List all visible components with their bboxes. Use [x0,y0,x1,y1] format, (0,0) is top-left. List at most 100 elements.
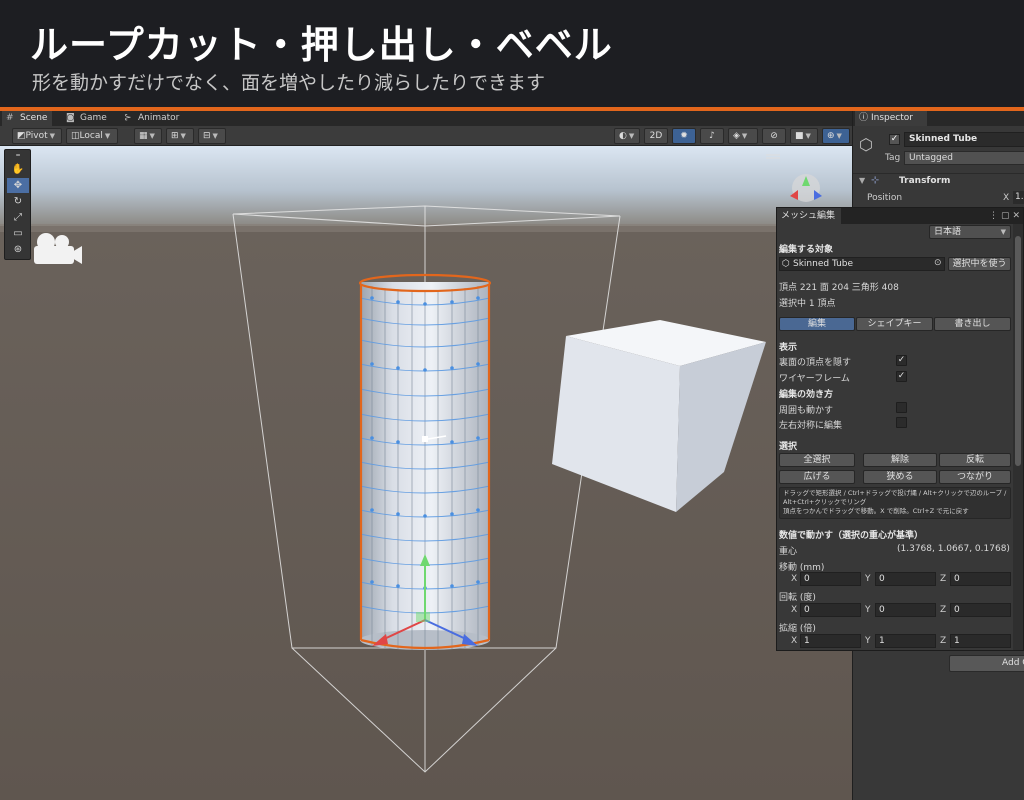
draw-mode-button[interactable]: ◐ ▼ [614,128,640,144]
hand-tool-icon[interactable]: ✋ [7,162,29,177]
scene-canvas[interactable] [0,146,852,800]
mirror-edit-checkbox[interactable] [896,417,907,428]
scale-y-field[interactable]: 1 [875,634,936,648]
chevron-down-icon: ▼ [149,132,155,140]
close-icon[interactable]: ✕ [1012,211,1023,221]
tab-scene[interactable]: # Scene [2,111,52,126]
effects-dropdown[interactable]: ◈ ▼ [728,128,758,144]
select-linked-button[interactable]: つながり [939,470,1011,484]
move-tool-icon[interactable]: ✥ [7,178,29,193]
tutorial-banner: ループカット・押し出し・ベベル 形を動かすだけでなく、面を増やしたり減らしたりで… [0,0,1024,108]
chevron-down-icon: ▼ [628,132,635,140]
chevron-down-icon: ▼ [180,132,186,140]
tab-edit[interactable]: 編集 [779,317,855,331]
tag-dropdown[interactable]: Untagged [904,151,1024,165]
move-surroundings-label: 周囲も動かす [779,406,834,416]
tab-shape-keys[interactable]: シェイプキー [856,317,933,331]
2d-label: 2D [649,131,663,141]
chevron-down-icon: ▼ [836,132,842,140]
audio-toggle[interactable]: ♪ [700,128,724,144]
shrink-selection-button[interactable]: 狭める [863,470,937,484]
pivot-icon: ◩ [17,131,26,141]
scale-z-field[interactable]: 1 [950,634,1011,648]
tab-inspector[interactable]: ⓘ Inspector [855,111,927,126]
drag-handle-icon[interactable]: ═ [7,153,29,159]
move-surroundings-checkbox[interactable] [896,402,907,413]
transform-label: Transform [899,176,951,186]
space-dropdown[interactable]: ◫Local ▼ [66,128,118,144]
pivot-label: Pivot [25,131,48,141]
scale-y-label: Y [865,636,871,646]
hashtag-icon: # [6,113,14,123]
tool-palette: ═ ✋ ✥ ↻ ⤢ ▭ ⊛ [4,149,31,260]
object-name-field[interactable]: Skinned Tube [904,132,1024,147]
rotate-tool-icon[interactable]: ↻ [7,194,29,209]
space-label: Local [79,131,103,141]
selected-vertex[interactable] [422,436,428,442]
deselect-button[interactable]: 解除 [863,453,937,467]
foldout-arrow-icon[interactable]: ▼ [859,176,865,185]
transform-header[interactable]: ▼ ⊹ Transform [853,173,1024,189]
rotate-z-field[interactable]: 0 [950,603,1011,617]
shading-icon: ◐ [619,131,627,141]
grid-plane-icon: ⊟ [203,131,211,141]
tab-inspector-label: Inspector [871,113,913,123]
window-controls: ⋮▢✕ [989,208,1023,224]
2d-toggle[interactable]: 2D [644,128,668,144]
grid-visibility-button[interactable]: ⊟ ▼ [198,128,226,144]
move-z-field[interactable]: 0 [950,572,1011,586]
tab-animator-label: Animator [138,113,180,123]
gameobject-cube-icon: ⬡ [859,135,873,154]
chevron-down-icon: ▼ [49,132,55,140]
use-selection-button[interactable]: 選択中を使う [948,257,1011,271]
tab-scene-label: Scene [20,113,48,123]
chevron-down-icon: ▼ [212,132,218,140]
lighting-toggle[interactable]: ✹ [672,128,696,144]
scene-viewport[interactable] [0,146,852,800]
scale-tool-icon[interactable]: ⤢ [7,210,29,225]
rotate-z-label: Z [940,605,947,615]
hide-back-vertices-checkbox[interactable]: ✓ [896,355,907,366]
skybox [0,146,852,226]
add-component-button[interactable]: Add Component [949,655,1024,672]
wireframe-label: ワイヤーフレーム [779,374,850,384]
transform-tool-icon[interactable]: ⊛ [7,242,29,257]
scene-tab-bar: # Scene ◙ Game ⊱ Animator [0,111,852,126]
camera-dropdown[interactable]: ■ ▼ [790,128,818,144]
panel-scrollbar[interactable] [1013,224,1023,650]
speaker-icon: ♪ [709,131,715,141]
position-x-field[interactable]: 1.3 [1013,191,1024,204]
wireframe-checkbox[interactable]: ✓ [896,371,907,382]
target-object-field[interactable]: ⬡ Skinned Tube [779,257,945,271]
move-x-label: X [791,574,798,584]
more-options-icon[interactable]: ⋮ [989,211,1001,221]
invert-selection-button[interactable]: 反転 [939,453,1011,467]
globe-icon: ⊕ [827,131,835,141]
scale-x-field[interactable]: 1 [800,634,861,648]
snap-increment-button[interactable]: ⊞ ▼ [166,128,194,144]
rotate-x-field[interactable]: 0 [800,603,861,617]
select-all-button[interactable]: 全選択 [779,453,855,467]
scrollbar-thumb[interactable] [1015,236,1021,466]
maximize-icon[interactable]: ▢ [1001,211,1013,221]
language-dropdown[interactable]: 日本語 ▼ [929,225,1011,239]
rotate-y-field[interactable]: 0 [875,603,936,617]
rect-tool-icon[interactable]: ▭ [7,226,29,241]
tab-game[interactable]: ◙ Game [62,111,114,126]
position-label: Position [867,193,903,203]
visibility-toggle[interactable]: ⊘ [762,128,786,144]
mesh-stats: 頂点 221 面 204 三角形 408 [779,283,899,293]
tab-animator[interactable]: ⊱ Animator [120,111,190,126]
pivot-dropdown[interactable]: ◩Pivot ▼ [12,128,62,144]
object-picker-icon[interactable]: ⊙ [934,258,942,268]
move-x-field[interactable]: 0 [800,572,861,586]
move-y-label: Y [865,574,871,584]
tab-export[interactable]: 書き出し [934,317,1011,331]
tab-mesh-edit[interactable]: メッシュ編集 [777,208,841,224]
animator-icon: ⊱ [124,113,132,123]
active-checkbox[interactable]: ✓ [889,134,900,145]
gizmos-dropdown[interactable]: ⊕ ▼ [822,128,850,144]
grid-snap-button[interactable]: ▦ ▼ [134,128,162,144]
move-y-field[interactable]: 0 [875,572,936,586]
grow-selection-button[interactable]: 広げる [779,470,855,484]
